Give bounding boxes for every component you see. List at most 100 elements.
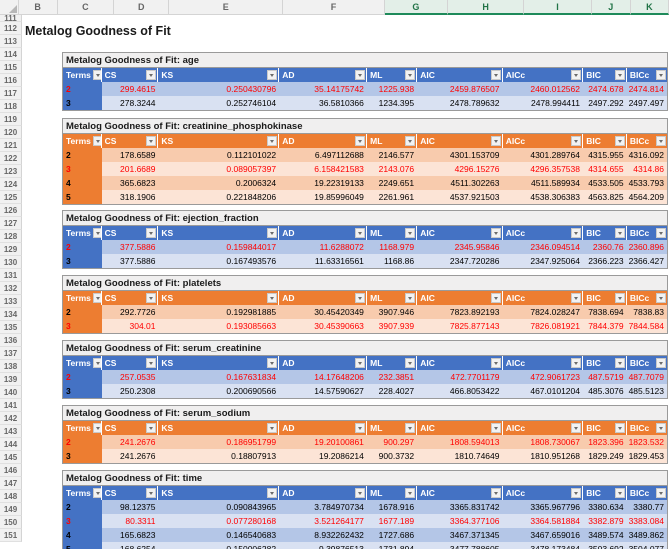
cell-bicc[interactable]: 2474.814	[626, 82, 668, 96]
cell-cs[interactable]: 241.2676	[101, 449, 159, 463]
column-header-terms[interactable]: Terms	[63, 134, 102, 148]
column-header-b[interactable]: B	[18, 0, 58, 15]
chevron-down-icon[interactable]	[355, 70, 366, 80]
cell-aic[interactable]: 4537.921503	[417, 190, 503, 204]
cell-bicc[interactable]: 2497.497	[626, 96, 668, 110]
cell-aicc[interactable]: 4538.306383	[502, 190, 583, 204]
cell-ks[interactable]: 0.186951799	[158, 435, 280, 449]
column-header-aic[interactable]: AIC	[417, 486, 503, 500]
row-header-145[interactable]: 145	[0, 451, 22, 464]
row-header-146[interactable]: 146	[0, 464, 22, 477]
chevron-down-icon[interactable]	[656, 423, 667, 433]
cell-ks[interactable]: 0.250430796	[158, 82, 280, 96]
cell-ad[interactable]: 35.14175742	[279, 82, 367, 96]
table-row[interactable]: 3 304.01 0.193085663 30.45390663 3907.939 782…	[63, 319, 668, 333]
cell-cs[interactable]: 304.01	[101, 319, 159, 333]
chevron-down-icon[interactable]	[656, 293, 667, 303]
row-header-112[interactable]: 112	[0, 22, 22, 35]
column-header-g[interactable]: G	[384, 0, 449, 15]
row-header-142[interactable]: 142	[0, 412, 22, 425]
column-header-bicc[interactable]: BICc	[626, 356, 668, 370]
cell-bic[interactable]: 2366.223	[582, 254, 627, 268]
row-header-135[interactable]: 135	[0, 321, 22, 334]
spreadsheet-grid[interactable]: BCDEFGHIJK 111 112 113 114 115 116 117 118 119 12…	[0, 0, 669, 549]
column-header-h[interactable]: H	[448, 0, 525, 15]
row-header-133[interactable]: 133	[0, 295, 22, 308]
chevron-down-icon[interactable]	[146, 136, 157, 146]
cell-bicc[interactable]: 2366.427	[626, 254, 668, 268]
row-header-140[interactable]: 140	[0, 386, 22, 399]
cell-terms[interactable]: 2	[63, 435, 102, 449]
cell-ks[interactable]: 0.193085663	[158, 319, 280, 333]
cell-aic[interactable]: 3467.371345	[417, 528, 503, 542]
cell-terms[interactable]: 5	[63, 190, 102, 204]
cell-bic[interactable]: 3382.879	[582, 514, 627, 528]
column-header-aicc[interactable]: AICc	[502, 291, 584, 305]
column-header-ks[interactable]: KS	[158, 291, 280, 305]
cell-cs[interactable]: 168.6254	[101, 542, 159, 549]
chevron-down-icon[interactable]	[355, 228, 366, 238]
cell-ml[interactable]: 1168.86	[366, 254, 418, 268]
table-row[interactable]: 2 241.2676 0.186951799 19.20100861 900.297 18…	[63, 435, 668, 449]
chevron-down-icon[interactable]	[614, 228, 625, 238]
cell-cs[interactable]: 278.3244	[101, 96, 159, 110]
table-header-row[interactable]: Terms CS KS AD ML AIC AICc BIC BICc	[63, 226, 668, 240]
table-ejection_fraction[interactable]: Metalog Goodness of Fit: ejection_fracti…	[62, 210, 668, 269]
cell-bicc[interactable]: 487.7079	[626, 370, 668, 384]
chevron-down-icon[interactable]	[571, 423, 582, 433]
cell-aicc[interactable]: 3364.581884	[502, 514, 583, 528]
column-header-bic[interactable]: BIC	[583, 226, 627, 240]
column-header-aic[interactable]: AIC	[417, 291, 503, 305]
column-header-bic[interactable]: BIC	[583, 356, 627, 370]
cell-bicc[interactable]: 4533.793	[626, 176, 668, 190]
row-header-gutter[interactable]: 111 112 113 114 115 116 117 118 119 120 121 122 123 1…	[0, 14, 22, 542]
cell-aic[interactable]: 2459.876507	[417, 82, 503, 96]
cell-cs[interactable]: 299.4615	[101, 82, 159, 96]
cell-cs[interactable]: 201.6689	[101, 162, 159, 176]
chevron-down-icon[interactable]	[146, 70, 157, 80]
cell-ad[interactable]: 19.20100861	[279, 435, 367, 449]
column-header-aic[interactable]: AIC	[417, 68, 503, 82]
chevron-down-icon[interactable]	[656, 136, 667, 146]
cell-aic[interactable]: 7823.892193	[417, 305, 503, 319]
cell-aic[interactable]: 7825.877143	[417, 319, 503, 333]
cell-terms[interactable]: 3	[63, 449, 102, 463]
chevron-down-icon[interactable]	[267, 228, 278, 238]
cell-ks[interactable]: 0.252746104	[158, 96, 280, 110]
cell-aic[interactable]: 3364.377106	[417, 514, 503, 528]
cell-bic[interactable]: 1823.396	[582, 435, 627, 449]
row-header-124[interactable]: 124	[0, 178, 22, 191]
cell-ml[interactable]: 1678.916	[366, 500, 418, 514]
cell-ad[interactable]: 30.45420349	[279, 305, 367, 319]
table-row[interactable]: 3 278.3244 0.252746104 36.5810366 1234.395 24…	[63, 96, 668, 110]
cell-ml[interactable]: 228.4027	[366, 384, 418, 398]
cell-aicc[interactable]: 2346.094514	[502, 240, 583, 254]
column-header-cs[interactable]: CS	[101, 421, 159, 435]
table-row[interactable]: 3 377.5886 0.167493576 11.63316561 1168.86 23…	[63, 254, 668, 268]
cell-ml[interactable]: 3907.939	[366, 319, 418, 333]
row-header-114[interactable]: 114	[0, 48, 22, 61]
table-time[interactable]: Metalog Goodness of Fit: time Terms CS KS AD…	[62, 470, 668, 549]
chevron-down-icon[interactable]	[405, 488, 416, 498]
cell-aicc[interactable]: 2478.994411	[502, 96, 583, 110]
cell-ad[interactable]: 3.521264177	[279, 514, 367, 528]
cell-terms[interactable]: 2	[63, 148, 102, 162]
column-header-bicc[interactable]: BICc	[626, 226, 668, 240]
cell-ad[interactable]: 19.85996049	[279, 190, 367, 204]
cell-bicc[interactable]: 3504.077	[626, 542, 668, 549]
chevron-down-icon[interactable]	[656, 70, 667, 80]
table-serum_sodium[interactable]: Metalog Goodness of Fit: serum_sodium Ter…	[62, 405, 668, 464]
chevron-down-icon[interactable]	[656, 358, 667, 368]
cell-bicc[interactable]: 3380.77	[626, 500, 668, 514]
row-header-131[interactable]: 131	[0, 269, 22, 282]
table-age[interactable]: Metalog Goodness of Fit: age Terms CS KS AD M…	[62, 52, 668, 111]
chevron-down-icon[interactable]	[146, 423, 157, 433]
column-header-bic[interactable]: BIC	[583, 486, 627, 500]
chevron-down-icon[interactable]	[614, 423, 625, 433]
cell-ks[interactable]: 0.112101022	[158, 148, 280, 162]
cell-terms[interactable]: 3	[63, 514, 102, 528]
row-header-136[interactable]: 136	[0, 334, 22, 347]
cell-aicc[interactable]: 4511.589934	[502, 176, 583, 190]
cell-cs[interactable]: 165.6823	[101, 528, 159, 542]
cell-bicc[interactable]: 7838.83	[626, 305, 668, 319]
